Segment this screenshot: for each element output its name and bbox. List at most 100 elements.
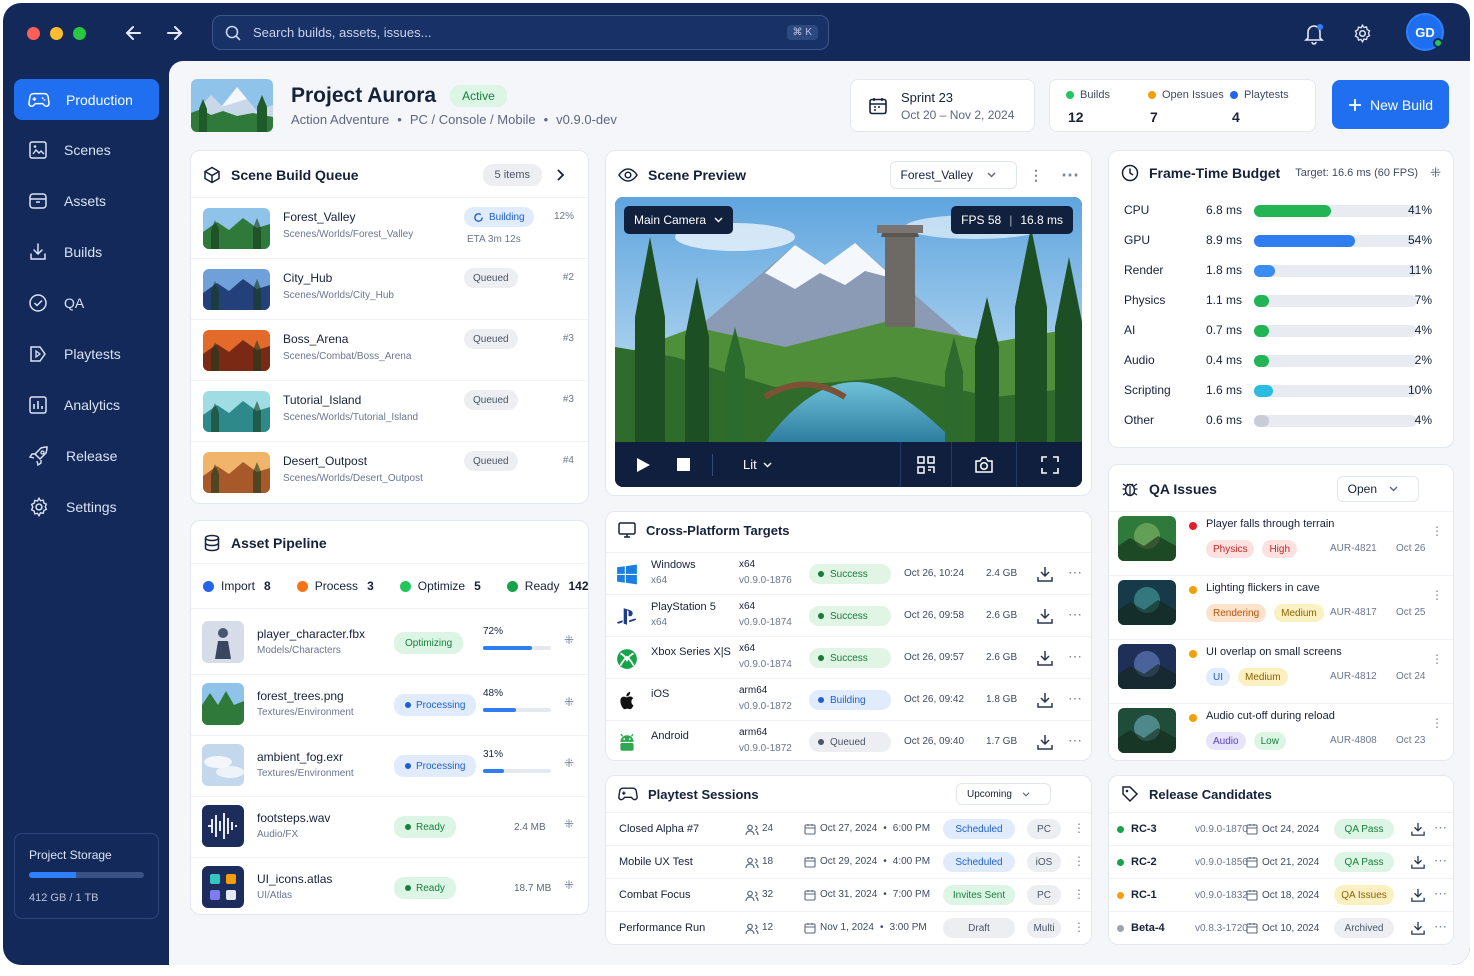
playtest-filter-select[interactable]: Upcoming: [955, 783, 1051, 805]
qa-issue-row[interactable]: UI overlap on small screens UI Medium AUR…: [1109, 639, 1453, 703]
sprint-card[interactable]: Sprint 23 Oct 20 – Nov 2, 2024: [850, 79, 1035, 132]
asset-row[interactable]: ambient_fog.exr Textures/Environment Pro…: [191, 735, 588, 796]
release-row[interactable]: Beta-4 v0.8.3-1720 Oct 10, 2024 Archived…: [1109, 911, 1453, 944]
new-build-button[interactable]: New Build: [1332, 80, 1449, 129]
pipeline-stage[interactable]: Optimize 5: [399, 579, 481, 593]
release-build: v0.9.0-1832: [1195, 890, 1248, 901]
camera-icon[interactable]: [974, 456, 994, 474]
chevron-right-icon[interactable]: [556, 168, 566, 182]
user-avatar[interactable]: GD: [1406, 13, 1444, 51]
viewport[interactable]: Main Camera FPS 58 | 16.8 ms Lit: [615, 197, 1082, 487]
download-icon[interactable]: [1411, 888, 1425, 902]
render-mode-label[interactable]: Lit: [743, 457, 757, 472]
camera-select[interactable]: Main Camera: [624, 206, 734, 234]
issue-menu-icon[interactable]: ⋮: [1431, 524, 1443, 538]
playtest-row[interactable]: Mobile UX Test 18 Oct 29, 2024 • 4:00 PM S…: [606, 845, 1091, 878]
more-dots-icon[interactable]: ⋯: [1434, 820, 1447, 836]
row-menu-icon[interactable]: ⋮: [1073, 854, 1085, 868]
more-dots-icon[interactable]: ⋯: [1068, 648, 1082, 665]
back-arrow-icon[interactable]: [124, 23, 144, 43]
row-menu-icon[interactable]: ⋮: [1073, 920, 1085, 934]
playtest-row[interactable]: Performance Run 12 Nov 1, 2024 • 3:00 PM D…: [606, 911, 1091, 944]
qa-issue-row[interactable]: Audio cut-off during reload Audio Low AUR…: [1109, 703, 1453, 760]
sidebar-item-builds[interactable]: Builds: [14, 231, 159, 272]
download-icon[interactable]: [1037, 692, 1053, 708]
scene-select[interactable]: Forest_Valley: [889, 161, 1017, 189]
issue-menu-icon[interactable]: ⋮: [1431, 652, 1443, 666]
drag-handle-icon[interactable]: ⁜: [564, 695, 574, 709]
stop-icon[interactable]: [677, 458, 690, 471]
search-bar[interactable]: Search builds, assets, issues... ⌘ K: [212, 15, 829, 50]
more-dots-icon[interactable]: ⋯: [1068, 690, 1082, 707]
download-icon[interactable]: [1037, 608, 1053, 624]
download-icon[interactable]: [1037, 650, 1053, 666]
release-row[interactable]: RC-2 v0.9.0-1856 Oct 21, 2024 QA Pass ⋯: [1109, 845, 1453, 878]
sidebar-item-production[interactable]: Production: [14, 79, 159, 120]
pipeline-stage[interactable]: Import 8: [203, 579, 271, 593]
drag-handle-icon[interactable]: ⁜: [1430, 165, 1441, 181]
download-icon[interactable]: [1411, 855, 1425, 869]
fullscreen-icon[interactable]: [1040, 455, 1059, 474]
pipeline-stage[interactable]: Ready 142: [506, 579, 588, 593]
qa-filter-select[interactable]: Open: [1336, 476, 1419, 502]
sidebar-item-release[interactable]: Release: [14, 435, 159, 476]
download-icon[interactable]: [1411, 921, 1425, 935]
queue-row[interactable]: Boss_Arena Scenes/Combat/Boss_Arena Queu…: [191, 319, 588, 380]
grid-icon[interactable]: [916, 455, 935, 474]
queue-row[interactable]: Desert_Outpost Scenes/Worlds/Desert_Outp…: [191, 441, 588, 502]
pipeline-stage[interactable]: Process 3: [296, 579, 374, 593]
playtest-row[interactable]: Closed Alpha #7 24 Oct 27, 2024 • 6:00 PM …: [606, 812, 1091, 845]
issue-menu-icon[interactable]: ⋮: [1431, 588, 1443, 602]
sidebar-item-scenes[interactable]: Scenes: [14, 129, 159, 170]
row-menu-icon[interactable]: ⋮: [1073, 821, 1085, 835]
maximize-window-dot[interactable]: [73, 27, 86, 40]
queue-row[interactable]: Forest_Valley Scenes/Worlds/Forest_Valle…: [191, 197, 588, 258]
settings-gear-icon[interactable]: [1352, 23, 1373, 44]
more-dots-icon[interactable]: ⋯: [1068, 564, 1082, 581]
sidebar-item-assets[interactable]: Assets: [14, 180, 159, 221]
sidebar-item-playtests[interactable]: Playtests: [14, 333, 159, 374]
close-window-dot[interactable]: [27, 27, 40, 40]
drag-handle-icon[interactable]: ⁜: [564, 817, 574, 831]
forward-arrow-icon[interactable]: [164, 23, 184, 43]
sidebar-item-qa[interactable]: QA: [14, 282, 159, 323]
queue-row[interactable]: Tutorial_Island Scenes/Worlds/Tutorial_I…: [191, 380, 588, 441]
playtest-row[interactable]: Combat Focus 32 Oct 31, 2024 • 7:00 PM Inv…: [606, 878, 1091, 911]
more-dots-icon[interactable]: ⋯: [1434, 886, 1447, 902]
download-icon[interactable]: [1037, 734, 1053, 750]
sidebar-item-settings[interactable]: Settings: [14, 486, 159, 527]
queue-row[interactable]: City_Hub Scenes/Worlds/City_Hub Queued #…: [191, 258, 588, 319]
more-dots-icon[interactable]: ⋯: [1434, 853, 1447, 869]
target-row[interactable]: PlayStation 5 x64 x64 v0.9.0-1874 Succes…: [606, 594, 1091, 636]
drag-handle-icon[interactable]: ⁜: [564, 878, 574, 892]
download-icon[interactable]: [1411, 822, 1425, 836]
asset-row[interactable]: player_character.fbx Models/Characters O…: [191, 613, 588, 674]
more-dots-icon[interactable]: ⋯: [1434, 919, 1447, 935]
release-row[interactable]: RC-1 v0.9.0-1832 Oct 18, 2024 QA Issues …: [1109, 878, 1453, 911]
target-row[interactable]: Xbox Series X|S x64 v0.9.0-1874 Success …: [606, 636, 1091, 678]
release-row[interactable]: RC-3 v0.9.0-1870 Oct 24, 2024 QA Pass ⋯: [1109, 812, 1453, 845]
drag-handle-icon[interactable]: ⁜: [564, 756, 574, 770]
asset-row[interactable]: footsteps.wav Audio/FX Ready 2.4 MB ⁜: [191, 796, 588, 857]
target-row[interactable]: iOS arm64 v0.9.0-1872 Building Oct 26, 0…: [606, 678, 1091, 720]
drag-handle-icon[interactable]: ⁜: [564, 633, 574, 647]
bell-icon[interactable]: [1304, 23, 1324, 45]
qa-issue-row[interactable]: Lighting flickers in cave Rendering Mediu…: [1109, 575, 1453, 639]
horizontal-dots-icon[interactable]: ⋯: [1061, 165, 1079, 186]
more-dots-icon[interactable]: ⋯: [1068, 732, 1082, 749]
row-menu-icon[interactable]: ⋮: [1073, 887, 1085, 901]
issue-menu-icon[interactable]: ⋮: [1431, 716, 1443, 730]
target-row[interactable]: Windows x64 x64 v0.9.0-1876 Success Oct …: [606, 552, 1091, 594]
issue-tags: Physics High: [1206, 540, 1305, 558]
target-row[interactable]: Android arm64 v0.9.0-1872 Queued Oct 26,…: [606, 720, 1091, 760]
chevron-down-icon[interactable]: [763, 462, 772, 468]
sidebar-item-analytics[interactable]: Analytics: [14, 384, 159, 425]
vertical-dots-icon[interactable]: ⋮: [1029, 167, 1043, 184]
more-dots-icon[interactable]: ⋯: [1068, 606, 1082, 623]
asset-row[interactable]: forest_trees.png Textures/Environment Pr…: [191, 674, 588, 735]
minimize-window-dot[interactable]: [50, 27, 63, 40]
download-icon[interactable]: [1037, 566, 1053, 582]
play-icon[interactable]: [635, 457, 651, 473]
qa-issue-row[interactable]: Player falls through terrain Physics High…: [1109, 511, 1453, 575]
asset-row[interactable]: UI_icons.atlas UI/Atlas Ready 18.7 MB ⁜: [191, 857, 588, 914]
